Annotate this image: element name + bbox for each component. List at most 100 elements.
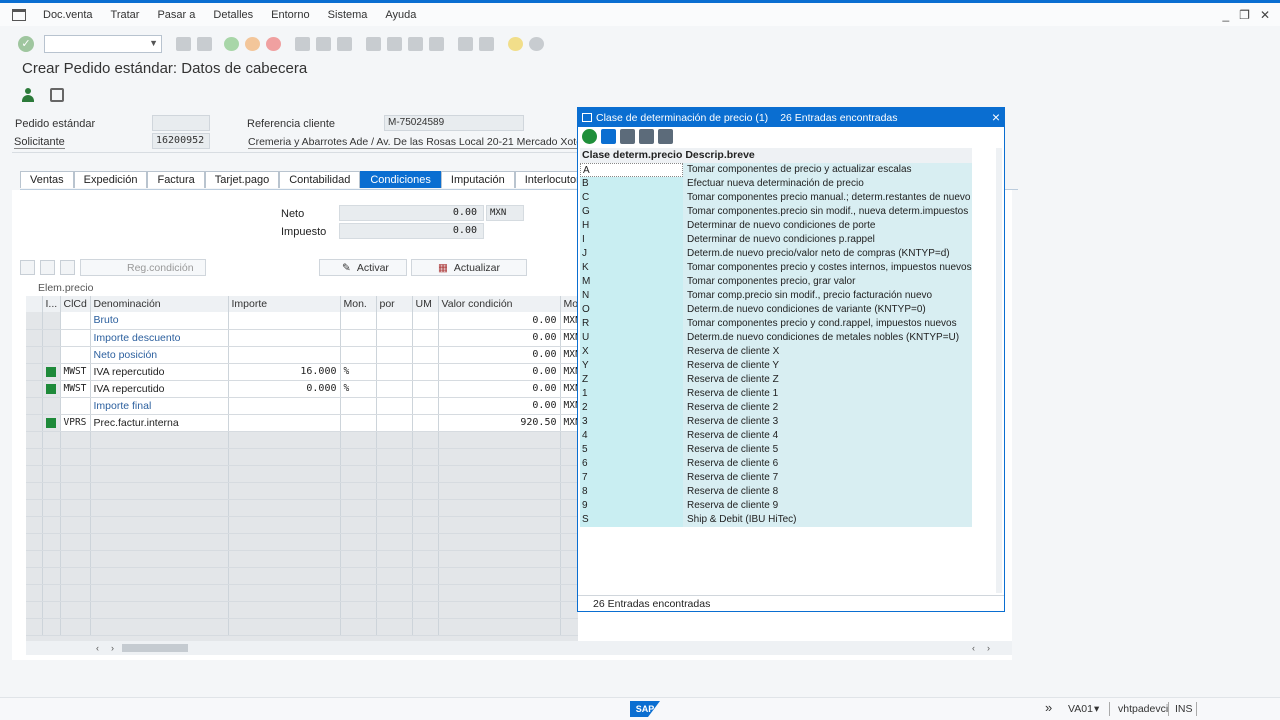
cell-importe[interactable] bbox=[228, 465, 341, 483]
cell-mon[interactable] bbox=[340, 567, 377, 585]
new-session-icon[interactable] bbox=[458, 37, 473, 51]
cell-clcd[interactable] bbox=[60, 533, 91, 551]
table-row[interactable]: Bruto 0.00MXN bbox=[26, 312, 578, 330]
cell-clcd[interactable]: MWST bbox=[60, 380, 91, 398]
cancel-icon[interactable] bbox=[266, 37, 281, 51]
find-next-icon[interactable] bbox=[337, 37, 352, 51]
cell-importe[interactable] bbox=[228, 312, 341, 330]
settings-gear-icon[interactable] bbox=[529, 37, 544, 51]
find-icon-dialog[interactable] bbox=[620, 129, 635, 144]
cell-importe[interactable] bbox=[228, 601, 341, 619]
cell-valor[interactable] bbox=[438, 584, 561, 602]
horizontal-scrollbar[interactable] bbox=[26, 641, 1012, 655]
scroll-left-icon-2[interactable]: ‹ bbox=[972, 643, 975, 653]
list-item[interactable]: Y Reserva de cliente Y bbox=[580, 359, 972, 373]
cell-mon[interactable] bbox=[340, 312, 377, 330]
menu-entorno[interactable]: Entorno bbox=[271, 9, 310, 21]
address-link[interactable]: Cremeria y Abarrotes Ade / Av. De las Ro… bbox=[248, 136, 583, 149]
cell-valor[interactable]: 0.00 bbox=[438, 346, 561, 364]
cell-clcd[interactable] bbox=[60, 482, 91, 500]
cell-denominacion[interactable] bbox=[90, 601, 229, 619]
minimize-icon[interactable]: _ bbox=[1222, 8, 1229, 22]
cell-importe[interactable] bbox=[228, 618, 341, 636]
cell-mon[interactable] bbox=[340, 414, 377, 432]
cell-denominacion[interactable]: Importe descuento bbox=[90, 329, 229, 347]
detail-icon[interactable] bbox=[20, 260, 35, 275]
table-row[interactable] bbox=[26, 482, 578, 500]
cell-valor[interactable]: 0.00 bbox=[438, 363, 561, 381]
cell-clcd[interactable] bbox=[60, 465, 91, 483]
cell-mo[interactable] bbox=[560, 567, 578, 585]
cell-mon[interactable]: % bbox=[340, 363, 377, 381]
cell-mon[interactable] bbox=[340, 601, 377, 619]
actualizar-button[interactable]: ▦ Actualizar bbox=[411, 259, 527, 276]
cell-mo[interactable] bbox=[560, 516, 578, 534]
table-row[interactable]: Importe descuento 0.00MXN bbox=[26, 329, 578, 347]
cell-mon[interactable] bbox=[340, 465, 377, 483]
person-icon[interactable] bbox=[22, 88, 34, 102]
list-item[interactable]: M Tomar componentes precio, grar valor bbox=[580, 275, 972, 289]
tab-imputacion[interactable]: Imputación bbox=[440, 171, 515, 188]
cell-valor[interactable] bbox=[438, 499, 561, 517]
chevron-down-icon[interactable]: ▼ bbox=[149, 38, 158, 48]
cell-denominacion[interactable]: IVA repercutido bbox=[90, 380, 229, 398]
cell-denominacion[interactable] bbox=[90, 431, 229, 449]
save-icon[interactable] bbox=[197, 37, 212, 51]
table-row[interactable]: VPRSPrec.factur.interna 920.50MXN bbox=[26, 414, 578, 432]
cell-clcd[interactable] bbox=[60, 618, 91, 636]
cell-denominacion[interactable]: Prec.factur.interna bbox=[90, 414, 229, 432]
cell-importe[interactable] bbox=[228, 431, 341, 449]
cell-mo[interactable]: MXN bbox=[560, 397, 578, 415]
scroll-thumb[interactable] bbox=[122, 644, 188, 652]
cell-valor[interactable]: 0.00 bbox=[438, 312, 561, 330]
list-item[interactable]: G Tomar componentes.precio sin modif., nu… bbox=[580, 205, 972, 219]
cell-mo[interactable] bbox=[560, 465, 578, 483]
cell-valor[interactable] bbox=[438, 465, 561, 483]
list-item[interactable]: 7 Reserva de cliente 7 bbox=[580, 471, 972, 485]
list-item[interactable]: R Tomar componentes precio y cond.rappel,… bbox=[580, 317, 972, 331]
menu-pasar-a[interactable]: Pasar a bbox=[157, 9, 195, 21]
cell-denominacion[interactable] bbox=[90, 550, 229, 568]
find-next-icon-dialog[interactable] bbox=[639, 129, 654, 144]
menu-detalles[interactable]: Detalles bbox=[213, 9, 253, 21]
cell-mo[interactable]: MXN bbox=[560, 380, 578, 398]
command-field[interactable]: ▼ bbox=[44, 35, 162, 53]
cell-clcd[interactable] bbox=[60, 448, 91, 466]
cell-importe[interactable] bbox=[228, 550, 341, 568]
table-row[interactable] bbox=[26, 567, 578, 585]
cell-denominacion[interactable] bbox=[90, 482, 229, 500]
cell-mon[interactable] bbox=[340, 329, 377, 347]
list-item[interactable]: 9 Reserva de cliente 9 bbox=[580, 499, 972, 513]
cell-clcd[interactable] bbox=[60, 601, 91, 619]
cell-denominacion[interactable]: Neto posición bbox=[90, 346, 229, 364]
shortcut-icon[interactable] bbox=[479, 37, 494, 51]
tab-tarjet-pago[interactable]: Tarjet.pago bbox=[204, 171, 280, 188]
cell-denominacion[interactable]: Importe final bbox=[90, 397, 229, 415]
solicitante-field[interactable]: 16200952 bbox=[152, 133, 210, 149]
cell-mo[interactable] bbox=[560, 533, 578, 551]
cell-denominacion[interactable]: Bruto bbox=[90, 312, 229, 330]
previous-page-icon[interactable] bbox=[387, 37, 402, 51]
cell-importe[interactable]: 16.000 bbox=[228, 363, 341, 381]
cancel-x-icon[interactable] bbox=[601, 129, 616, 144]
list-item[interactable]: U Determ.de nuevo condiciones de metales … bbox=[580, 331, 972, 345]
reg-condicion-button[interactable]: Reg.condición bbox=[80, 259, 206, 276]
cell-mon[interactable] bbox=[340, 448, 377, 466]
cell-mo[interactable] bbox=[560, 431, 578, 449]
cell-mo[interactable] bbox=[560, 550, 578, 568]
menu-tratar[interactable]: Tratar bbox=[111, 9, 140, 21]
tab-ventas[interactable]: Ventas bbox=[20, 171, 74, 188]
cell-mo[interactable]: MXN bbox=[560, 312, 578, 330]
table-row[interactable] bbox=[26, 618, 578, 636]
cell-valor[interactable] bbox=[438, 601, 561, 619]
cell-clcd[interactable] bbox=[60, 329, 91, 347]
col-um[interactable]: UM bbox=[412, 296, 439, 312]
exit-icon[interactable] bbox=[245, 37, 260, 51]
tab-contabilidad[interactable]: Contabilidad bbox=[279, 171, 361, 188]
cell-importe[interactable] bbox=[228, 499, 341, 517]
cell-importe[interactable] bbox=[228, 448, 341, 466]
cell-clcd[interactable]: VPRS bbox=[60, 414, 91, 432]
table-row[interactable] bbox=[26, 448, 578, 466]
list-item[interactable]: 2 Reserva de cliente 2 bbox=[580, 401, 972, 415]
dialog-vertical-scrollbar[interactable] bbox=[996, 148, 1002, 593]
